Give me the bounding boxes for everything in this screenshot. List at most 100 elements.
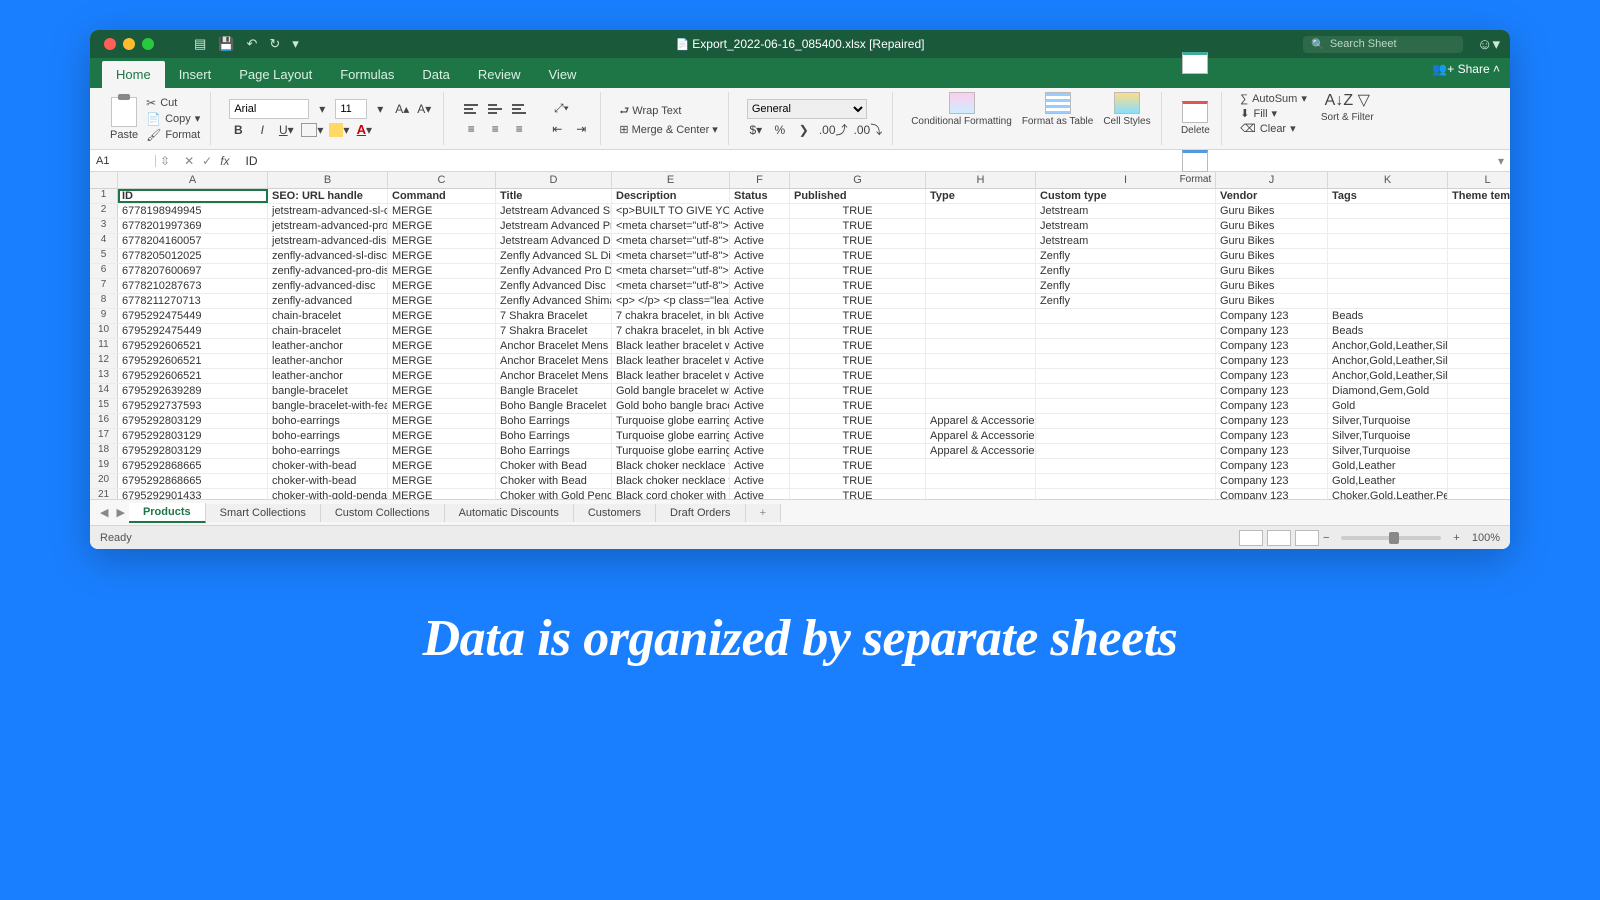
cell[interactable] <box>1036 384 1216 398</box>
cell[interactable]: Gold boho bangle brace <box>612 399 730 413</box>
cell[interactable]: TRUE <box>790 489 926 499</box>
tab-page-layout[interactable]: Page Layout <box>225 61 326 88</box>
cell[interactable] <box>1328 279 1448 293</box>
name-box-chevron-icon[interactable]: ⇳ <box>156 154 174 168</box>
cell[interactable] <box>1328 204 1448 218</box>
cell[interactable]: Active <box>730 369 790 383</box>
cell[interactable]: Company 123 <box>1216 444 1328 458</box>
cell[interactable]: Active <box>730 384 790 398</box>
cell[interactable]: MERGE <box>388 354 496 368</box>
cell[interactable]: 6795292803129 <box>118 429 268 443</box>
cell[interactable]: Beads <box>1328 309 1448 323</box>
row-header[interactable]: 15 <box>90 399 118 413</box>
cell[interactable]: Active <box>730 459 790 473</box>
search-sheet-input[interactable]: 🔍 Search Sheet <box>1303 36 1463 53</box>
cell[interactable]: TRUE <box>790 459 926 473</box>
cell[interactable]: leather-anchor <box>268 339 388 353</box>
cell[interactable] <box>1448 204 1510 218</box>
cell[interactable]: Apparel & Accessories > Jewelry > Earrin… <box>926 414 1036 428</box>
cell[interactable]: 6795292639289 <box>118 384 268 398</box>
cell[interactable]: Zenfly Advanced Pro Dis <box>496 264 612 278</box>
undo-icon[interactable]: ↶ <box>246 36 257 52</box>
cell[interactable]: 6795292606521 <box>118 339 268 353</box>
comma-icon[interactable]: ❯ <box>795 121 813 139</box>
zoom-level[interactable]: 100% <box>1472 532 1500 544</box>
cell[interactable]: Company 123 <box>1216 339 1328 353</box>
cell[interactable] <box>1036 369 1216 383</box>
cell[interactable] <box>926 204 1036 218</box>
col-header[interactable]: E <box>612 172 730 188</box>
cell[interactable] <box>926 324 1036 338</box>
cell[interactable]: boho-earrings <box>268 429 388 443</box>
row-header[interactable]: 20 <box>90 474 118 488</box>
cell[interactable] <box>1448 444 1510 458</box>
cell[interactable] <box>926 219 1036 233</box>
cell[interactable]: Company 123 <box>1216 474 1328 488</box>
row-header[interactable]: 10 <box>90 324 118 338</box>
cell[interactable]: leather-anchor <box>268 369 388 383</box>
page-break-view-icon[interactable] <box>1295 530 1319 546</box>
sheet-tab-custom-collections[interactable]: Custom Collections <box>321 504 445 522</box>
cell[interactable]: zenfly-advanced <box>268 294 388 308</box>
cell[interactable]: Anchor Bracelet Mens <box>496 369 612 383</box>
header-cell[interactable]: Published <box>790 189 926 203</box>
cell[interactable]: TRUE <box>790 324 926 338</box>
row-header[interactable]: 16 <box>90 414 118 428</box>
header-cell[interactable]: ID <box>118 189 268 203</box>
indent-decrease-icon[interactable]: ⇤ <box>548 120 566 138</box>
clear-button[interactable]: ⌫ Clear ▾ <box>1240 122 1307 135</box>
formula-input[interactable]: ID <box>240 154 258 168</box>
cell[interactable] <box>926 399 1036 413</box>
cell[interactable]: Active <box>730 429 790 443</box>
cell[interactable]: <p> </p> <p class="lead <box>612 294 730 308</box>
cell[interactable]: 6778207600697 <box>118 264 268 278</box>
cell[interactable]: 6795292803129 <box>118 414 268 428</box>
cell[interactable]: Zenfly Advanced Shima <box>496 294 612 308</box>
header-cell[interactable]: Title <box>496 189 612 203</box>
align-middle-icon[interactable] <box>486 100 504 118</box>
align-left-icon[interactable]: ≡ <box>462 120 480 138</box>
table-row[interactable]: 26778198949945jetstream-advanced-sl-cMER… <box>90 204 1510 219</box>
cell[interactable]: Active <box>730 444 790 458</box>
cell[interactable]: 6795292868665 <box>118 474 268 488</box>
cell[interactable]: Active <box>730 354 790 368</box>
header-cell[interactable]: Tags <box>1328 189 1448 203</box>
fill-button[interactable]: ⬇ Fill ▾ <box>1240 107 1307 120</box>
cell[interactable] <box>1328 219 1448 233</box>
row-header[interactable]: 11 <box>90 339 118 353</box>
cell[interactable] <box>1448 279 1510 293</box>
cell[interactable]: boho-earrings <box>268 444 388 458</box>
cell[interactable] <box>1036 354 1216 368</box>
cell[interactable]: jetstream-advanced-sl-c <box>268 204 388 218</box>
table-row[interactable]: 136795292606521leather-anchorMERGEAnchor… <box>90 369 1510 384</box>
col-header[interactable]: G <box>790 172 926 188</box>
cell[interactable]: 6795292737593 <box>118 399 268 413</box>
cell[interactable]: Jetstream Advanced Prc <box>496 219 612 233</box>
cell[interactable]: Guru Bikes <box>1216 249 1328 263</box>
cell[interactable]: Zenfly <box>1036 294 1216 308</box>
col-header[interactable]: A <box>118 172 268 188</box>
cell[interactable] <box>926 489 1036 499</box>
cell[interactable] <box>926 264 1036 278</box>
cell[interactable]: MERGE <box>388 324 496 338</box>
cell[interactable]: TRUE <box>790 264 926 278</box>
autosave-icon[interactable]: ▤ <box>194 36 206 52</box>
cell[interactable]: 7 chakra bracelet, in blu <box>612 309 730 323</box>
cell[interactable]: Guru Bikes <box>1216 204 1328 218</box>
cell[interactable]: Zenfly <box>1036 264 1216 278</box>
cell[interactable]: 7 Shakra Bracelet <box>496 324 612 338</box>
cell[interactable]: Company 123 <box>1216 429 1328 443</box>
sheet-tab-draft-orders[interactable]: Draft Orders <box>656 504 746 522</box>
cell[interactable]: <meta charset="utf-8"> <box>612 234 730 248</box>
cell[interactable]: MERGE <box>388 249 496 263</box>
cell[interactable]: 6778210287673 <box>118 279 268 293</box>
cell[interactable]: Boho Bangle Bracelet <box>496 399 612 413</box>
cell[interactable]: Zenfly Advanced Disc <box>496 279 612 293</box>
cell[interactable] <box>926 309 1036 323</box>
confirm-formula-icon[interactable]: ✓ <box>202 154 212 168</box>
format-painter-button[interactable]: 🖌Format <box>146 128 200 142</box>
cell[interactable]: Black leather bracelet w <box>612 339 730 353</box>
cell[interactable]: Guru Bikes <box>1216 219 1328 233</box>
cell[interactable]: chain-bracelet <box>268 324 388 338</box>
table-row[interactable]: 156795292737593bangle-bracelet-with-feaM… <box>90 399 1510 414</box>
